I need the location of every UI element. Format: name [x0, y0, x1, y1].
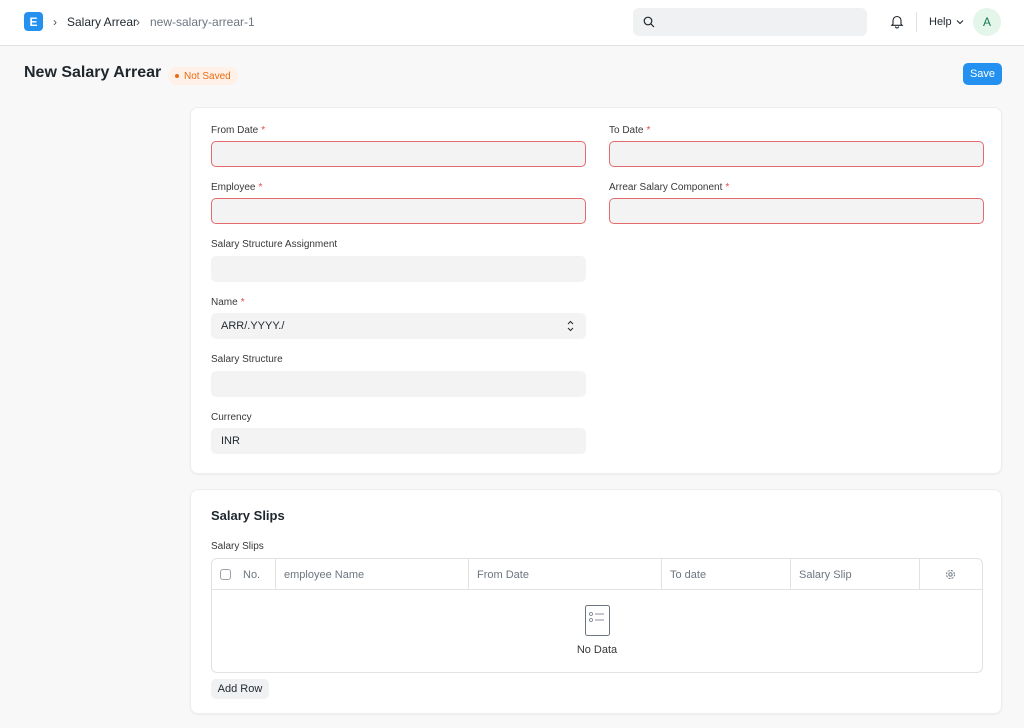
salary-slips-card: Salary Slips Salary Slips No. employee N… [190, 489, 1002, 714]
from-date-field[interactable] [211, 141, 586, 167]
status-text: Not Saved [184, 70, 231, 82]
navbar: E › Salary Arrear › new-salary-arrear-1 … [0, 0, 1024, 46]
help-label: Help [929, 16, 952, 28]
currency-label: Currency [211, 412, 252, 423]
ssa-field[interactable] [211, 256, 586, 282]
salary-slips-table: No. employee Name From Date To date Sala… [211, 558, 983, 673]
gear-icon[interactable] [945, 569, 956, 580]
chevron-right-icon: › [136, 15, 140, 29]
name-label: Name * [211, 297, 245, 308]
salary-structure-label: Salary Structure [211, 354, 283, 365]
breadcrumb-salary-arrear[interactable]: Salary Arrear [67, 15, 137, 29]
column-employee-name: employee Name [276, 559, 469, 590]
employee-field[interactable] [211, 198, 586, 224]
column-to-date: To date [662, 559, 791, 590]
column-from-date: From Date [469, 559, 662, 590]
page-title: New Salary Arrear [24, 64, 162, 81]
arrear-component-label: Arrear Salary Component * [609, 182, 730, 193]
currency-field[interactable]: INR [211, 428, 586, 454]
form-card: From Date * To Date * Employee * Arrear Sal… [190, 107, 1002, 474]
navbar-divider [916, 12, 917, 32]
table-header: No. employee Name From Date To date Sala… [212, 559, 982, 590]
save-button[interactable]: Save [963, 63, 1002, 85]
employee-label: Employee * [211, 182, 263, 193]
notification-bell-icon[interactable] [890, 14, 904, 29]
to-date-label: To Date * [609, 125, 651, 136]
column-no: No. [212, 559, 276, 590]
chevron-right-icon: › [53, 15, 57, 29]
section-title: Salary Slips [211, 508, 285, 523]
naming-series-select[interactable]: ARR/.YYYY./ [211, 313, 586, 339]
ssa-label: Salary Structure Assignment [211, 239, 338, 250]
salary-structure-field[interactable] [211, 371, 586, 397]
status-dot [175, 74, 179, 78]
status-badge: Not Saved [168, 67, 238, 85]
select-all-checkbox[interactable] [220, 569, 231, 580]
user-avatar[interactable]: A [973, 8, 1001, 36]
to-date-field[interactable] [609, 141, 984, 167]
empty-state-text: No Data [576, 644, 618, 656]
column-salary-slip: Salary Slip [791, 559, 920, 590]
help-dropdown[interactable]: Help [929, 16, 964, 28]
breadcrumb-current-doc[interactable]: new-salary-arrear-1 [150, 15, 255, 29]
select-stepper-icon [567, 320, 574, 332]
search-input[interactable] [633, 8, 867, 36]
naming-series-value: ARR/.YYYY./ [221, 320, 285, 332]
chevron-down-icon [956, 20, 964, 25]
from-date-label: From Date * [211, 125, 266, 136]
add-row-button[interactable]: Add Row [211, 679, 269, 699]
table-label: Salary Slips [211, 541, 264, 552]
search-icon [643, 16, 655, 28]
empty-list-icon [585, 605, 610, 636]
arrear-component-field[interactable] [609, 198, 984, 224]
app-logo[interactable]: E [24, 12, 43, 31]
